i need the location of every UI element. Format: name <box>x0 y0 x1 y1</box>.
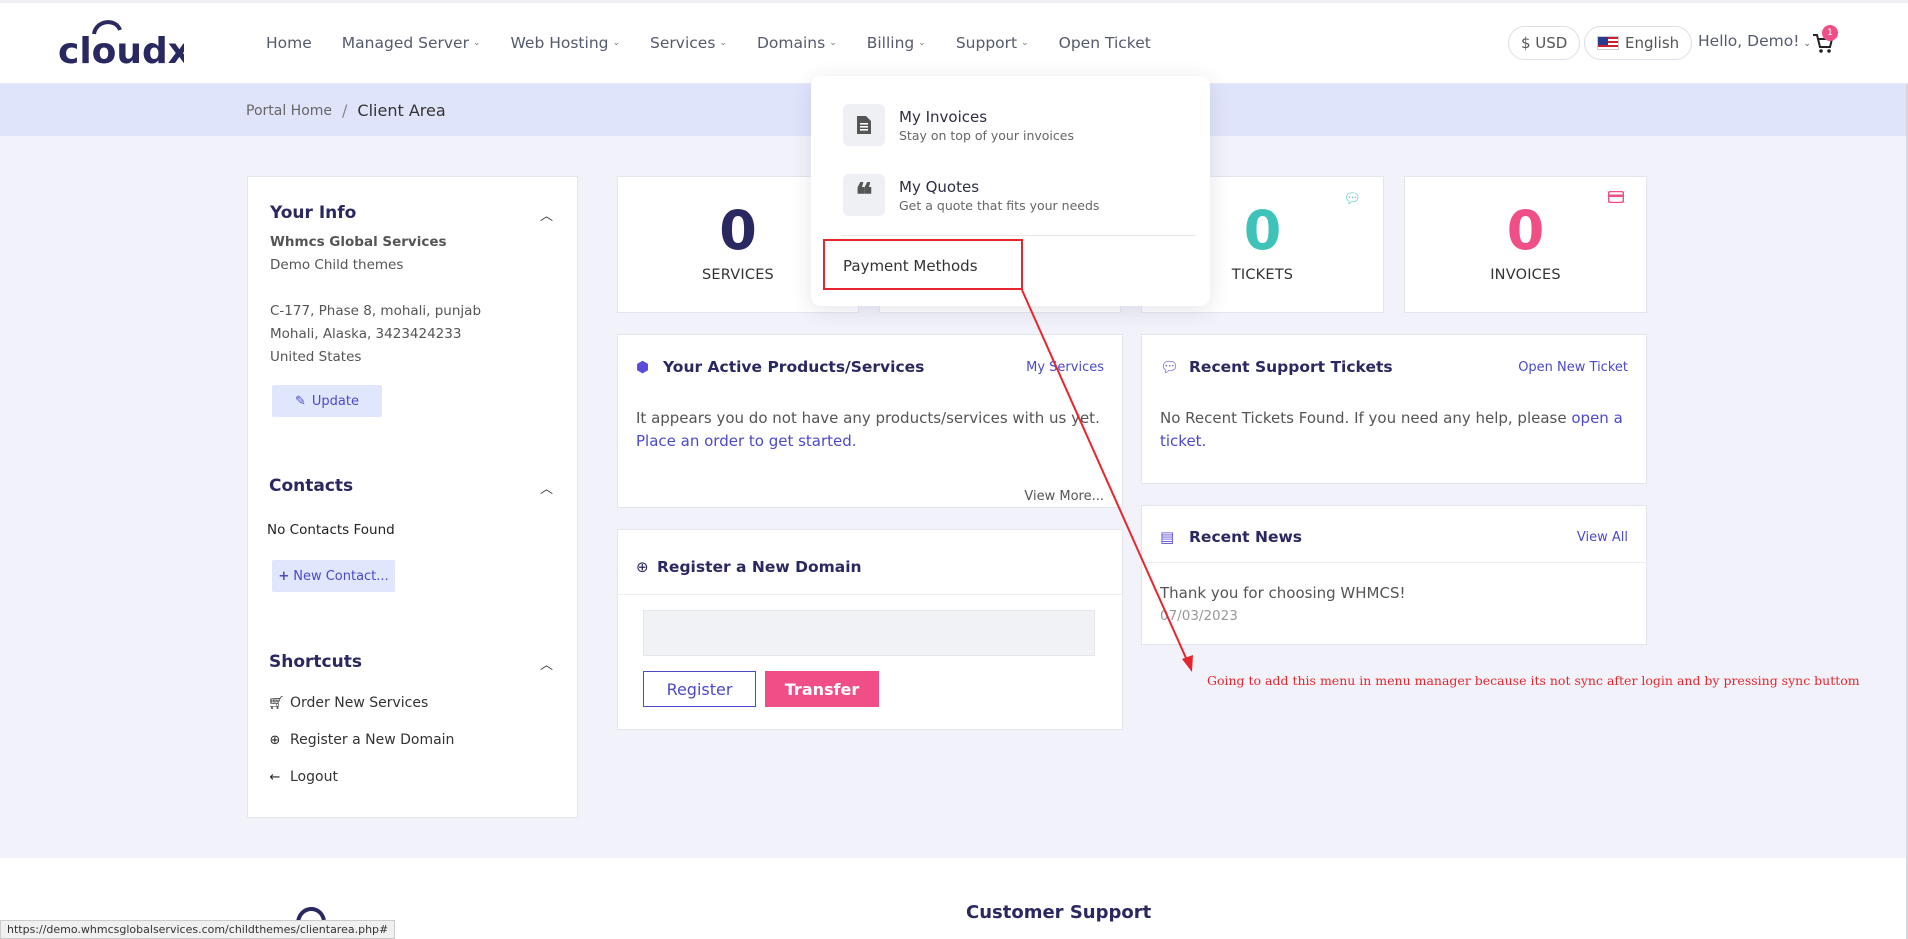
nav-open-ticket[interactable]: Open Ticket <box>1059 34 1151 52</box>
tickets-message: No Recent Tickets Found. If you need any… <box>1160 409 1623 450</box>
invoices-label: INVOICES <box>1490 267 1561 283</box>
quote-icon: ❝ <box>843 174 885 216</box>
shortcut-register-domain[interactable]: ⊕ Register a New Domain <box>268 732 455 748</box>
chevron-up-icon[interactable]: ︿ <box>540 654 553 673</box>
place-order-link[interactable]: Place an order to get started. <box>636 432 857 450</box>
your-info-title: Your Info <box>270 203 357 223</box>
nav-billing[interactable]: Billing ⌄ <box>867 34 926 52</box>
contacts-empty: No Contacts Found <box>267 522 395 538</box>
domain-title: Register a New Domain <box>657 558 862 576</box>
info-address2: Mohali, Alaska, 3423424233 <box>270 326 462 342</box>
news-title: Recent News <box>1189 528 1303 546</box>
recent-tickets-card: 💬︎ Recent Support Tickets Open New Ticke… <box>1141 334 1647 484</box>
card-divider <box>1142 562 1646 563</box>
top-navbar: cloudx Home Managed Server ⌄ Web Hosting ⌄… <box>0 0 1908 84</box>
chevron-down-icon: ⌄ <box>829 38 837 48</box>
info-country: United States <box>270 349 362 365</box>
user-menu[interactable]: Hello, Demo! ⌄ <box>1698 32 1811 50</box>
my-services-link[interactable]: My Services <box>1026 360 1104 375</box>
nav-home[interactable]: Home <box>266 34 312 52</box>
breadcrumb-current: Client Area <box>357 101 446 120</box>
tickets-title: Recent Support Tickets <box>1189 358 1393 376</box>
arrow-left-icon: ← <box>269 769 281 785</box>
chevron-down-icon: ⌄ <box>472 38 481 48</box>
nav-domains[interactable]: Domains ⌄ <box>757 34 837 52</box>
products-message: It appears you do not have any products/… <box>636 409 1100 450</box>
globe-icon: ⊕ <box>636 558 649 576</box>
nav-services[interactable]: Services ⌄ <box>650 34 727 52</box>
menu-item-subtitle: Stay on top of your invoices <box>899 127 1074 143</box>
view-more-link[interactable]: View More... <box>1024 489 1104 504</box>
pencil-icon: ✎ <box>295 393 306 409</box>
nav-support[interactable]: Support ⌄ <box>956 34 1029 52</box>
breadcrumb-separator: / <box>342 101 348 120</box>
chevron-up-icon[interactable]: ︿ <box>540 205 553 224</box>
cloudx-logo[interactable]: cloudx <box>58 14 184 68</box>
shortcut-logout[interactable]: ← Logout <box>268 769 338 785</box>
update-button[interactable]: ✎ Update <box>272 385 382 417</box>
sidebar: Your Info ︿ Whmcs Global Services Demo C… <box>247 176 578 818</box>
chevron-down-icon: ⌄ <box>1803 39 1811 49</box>
chevron-down-icon: ⌄ <box>719 38 727 48</box>
globe-icon: ⊕ <box>269 732 281 748</box>
menu-item-title: My Invoices <box>899 107 988 126</box>
chevron-down-icon: ⌄ <box>612 38 621 48</box>
info-name: Demo Child themes <box>270 257 404 273</box>
us-flag-icon <box>1597 36 1619 50</box>
cart-icon: 🛒︎ <box>268 695 285 711</box>
news-headline[interactable]: Thank you for choosing WHMCS! <box>1160 584 1406 602</box>
cube-icon: ⬢ <box>636 358 650 376</box>
nav-web-hosting[interactable]: Web Hosting ⌄ <box>511 34 621 52</box>
info-company: Whmcs Global Services <box>270 234 447 250</box>
currency-selector[interactable]: $ USD <box>1508 26 1581 60</box>
newspaper-icon: ▤ <box>1160 528 1175 546</box>
main-nav: Home Managed Server ⌄ Web Hosting ⌄ Servic… <box>266 30 1181 56</box>
breadcrumb-home[interactable]: Portal Home <box>246 103 332 119</box>
menu-divider <box>841 235 1196 236</box>
file-invoice-icon <box>843 104 885 146</box>
shortcuts-title: Shortcuts <box>269 652 362 672</box>
active-products-card: ⬢ Your Active Products/Services My Servi… <box>617 334 1123 508</box>
domain-search-input[interactable] <box>643 610 1095 656</box>
comments-icon: 💬︎ <box>1160 358 1180 376</box>
chevron-up-icon[interactable]: ︿ <box>540 478 553 497</box>
info-address1: C-177, Phase 8, mohali, punjab <box>270 303 482 319</box>
menu-my-quotes[interactable]: ❝ My Quotes Get a quote that fits your n… <box>843 174 1099 216</box>
contacts-title: Contacts <box>269 476 354 496</box>
browser-status-url: https://demo.whmcsglobalservices.com/chi… <box>0 920 396 939</box>
language-selector[interactable]: English <box>1584 26 1693 60</box>
new-contact-button[interactable]: + New Contact... <box>272 560 395 592</box>
nav-managed-server[interactable]: Managed Server ⌄ <box>342 34 481 52</box>
shortcut-order-services[interactable]: 🛒︎ Order New Services <box>268 695 428 711</box>
annotation-note: Going to add this menu in menu manager b… <box>1207 673 1860 688</box>
register-button[interactable]: Register <box>643 671 756 707</box>
breadcrumb: Portal Home / Client Area <box>246 101 446 120</box>
annotation-highlight-box <box>823 239 1023 290</box>
menu-item-subtitle: Get a quote that fits your needs <box>899 197 1100 213</box>
menu-my-invoices[interactable]: My Invoices Stay on top of your invoices <box>843 104 1074 146</box>
card-divider <box>618 594 1122 595</box>
logo-text: cloudx <box>58 31 184 68</box>
menu-item-title: My Quotes <box>899 177 980 196</box>
news-date: 07/03/2023 <box>1160 608 1238 624</box>
view-all-link[interactable]: View All <box>1577 530 1628 545</box>
open-new-ticket-link[interactable]: Open New Ticket <box>1518 360 1628 375</box>
cart-count-badge: 1 <box>1822 25 1838 41</box>
transfer-button[interactable]: Transfer <box>765 671 879 707</box>
chevron-down-icon: ⌄ <box>918 38 926 48</box>
customer-support-heading: Customer Support <box>966 902 1152 923</box>
invoices-tile[interactable]: 0 INVOICES <box>1404 176 1647 313</box>
top-border <box>0 0 1908 3</box>
products-title: Your Active Products/Services <box>663 358 925 376</box>
plus-icon: + <box>278 568 290 584</box>
chevron-down-icon: ⌄ <box>1021 38 1029 48</box>
invoices-count: 0 <box>1506 199 1545 262</box>
recent-news-card: ▤ Recent News View All Thank you for cho… <box>1141 505 1647 645</box>
